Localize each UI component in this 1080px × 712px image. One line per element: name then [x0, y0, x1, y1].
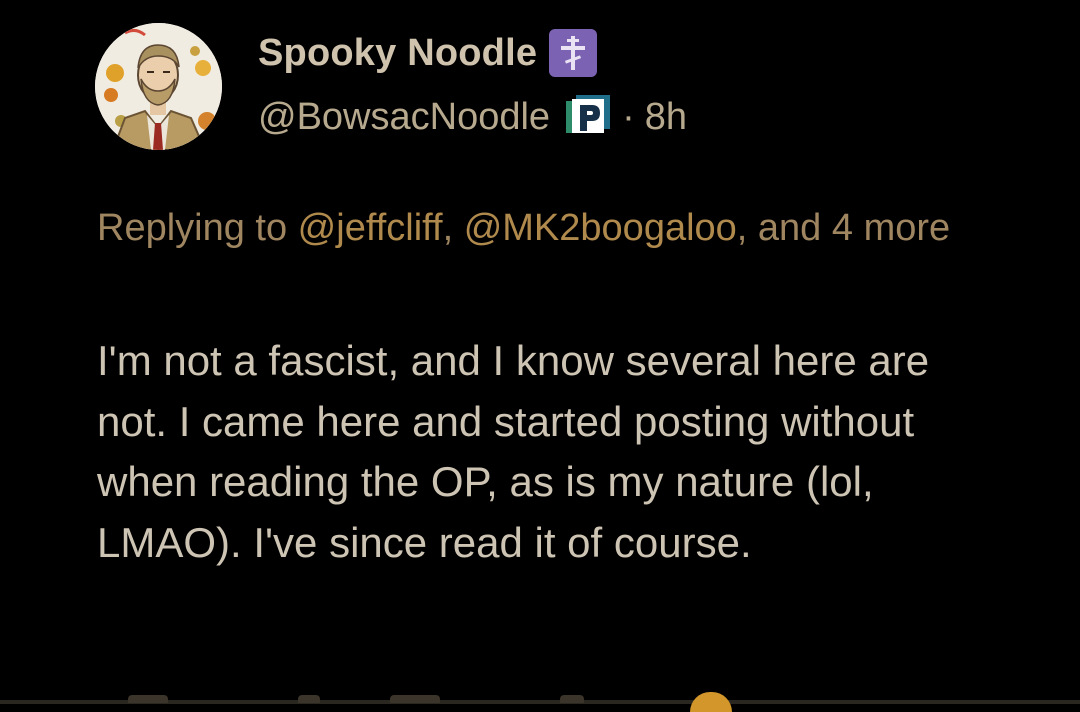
replying-prefix: Replying to [97, 207, 298, 249]
separator-dot: · [622, 95, 635, 138]
reaction-icon[interactable] [690, 692, 732, 712]
mention-separator: , [442, 207, 464, 249]
avatar[interactable] [95, 23, 222, 150]
author-handle[interactable]: @BowsacNoodle [258, 96, 550, 139]
post-body: I'm not a fascist, and I know several he… [97, 337, 930, 566]
avatar-illustration [95, 23, 222, 150]
replying-more[interactable]: , and 4 more [737, 207, 950, 249]
mention-mk2boogaloo[interactable]: @MK2boogaloo [464, 207, 737, 249]
repost-icon[interactable] [298, 695, 320, 703]
post-time[interactable]: 8h [645, 96, 687, 139]
p-badge-icon [566, 95, 611, 139]
author-row: Spooky Noodle [258, 28, 598, 78]
display-name[interactable]: Spooky Noodle [258, 32, 537, 75]
replying-to: Replying to @jeffcliff, @MK2boogaloo, an… [97, 198, 997, 259]
handle-row: @BowsacNoodle · 8h [258, 92, 687, 142]
reply-icon[interactable] [128, 695, 168, 703]
reaction-count[interactable] [390, 695, 440, 703]
orthodox-cross-icon [549, 29, 598, 77]
mention-jeffcliff[interactable]: @jeffcliff [298, 207, 443, 249]
action-bar [0, 690, 1080, 712]
share-icon[interactable] [560, 695, 584, 703]
post: Spooky Noodle @BowsacNoodle · 8h Replyin… [0, 0, 1080, 712]
